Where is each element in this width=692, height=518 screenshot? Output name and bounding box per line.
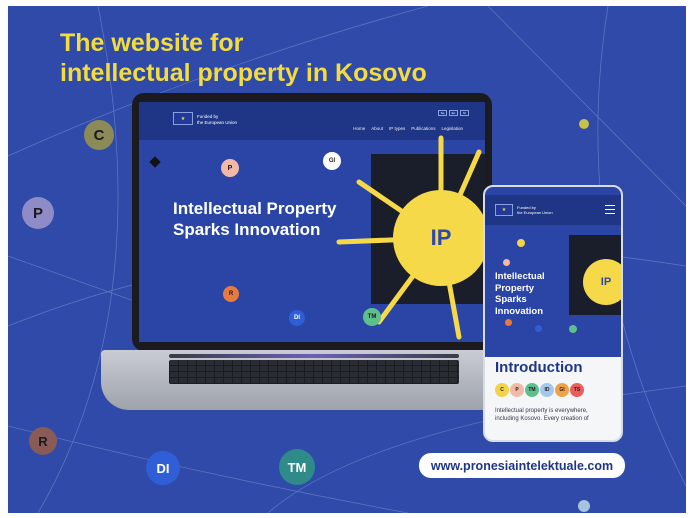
- chip-trademark[interactable]: TM: [525, 383, 539, 397]
- phone-funded-by: Funded by the European Union: [517, 205, 577, 215]
- phone-ip-sun: IP: [583, 259, 621, 305]
- lang-en[interactable]: En: [449, 110, 458, 116]
- hero-line-1: Intellectual Property: [173, 199, 337, 218]
- phone-body-line-1: Intellectual property is everywhere,: [495, 408, 588, 414]
- laptop-screen: ★ Funded by the European Union Sq En Sr …: [132, 93, 492, 351]
- laptop-bubble-di: DI: [289, 310, 305, 326]
- lang-sq[interactable]: Sq: [438, 110, 447, 116]
- phone-bubble-c: [517, 239, 525, 247]
- laptop-bubble-tm: TM: [363, 308, 381, 326]
- phone-body-line-2: including Kosovo. Every creation of: [495, 416, 589, 422]
- headline-line-2: intellectual property in Kosovo: [60, 59, 427, 87]
- phone-hero-line-4: Innovation: [495, 305, 544, 317]
- eu-flag-icon: ★: [495, 204, 513, 216]
- laptop-funded-by: Funded by the European Union: [197, 114, 277, 125]
- phone-funded-line-2: the European Union: [517, 210, 553, 215]
- phone-hero-title: Intellectual Property Sparks Innovation: [495, 271, 545, 317]
- laptop-bubble-p: P: [221, 159, 239, 177]
- ip-type-chips: C P TM ID GI TS: [495, 383, 584, 397]
- chip-patent[interactable]: P: [510, 383, 524, 397]
- bubble-r: R: [29, 427, 57, 455]
- phone-site-header: ★ Funded by the European Union: [485, 195, 621, 225]
- funded-line-2: the European Union: [197, 119, 238, 125]
- phone-device: ★ Funded by the European Union IP Intell…: [483, 185, 623, 442]
- laptop-hero-title: Intellectual Property Sparks Innovation: [173, 198, 336, 240]
- website-url-pill[interactable]: www.pronesiaintelektuale.com: [419, 453, 625, 478]
- chip-industrial-design[interactable]: ID: [540, 383, 554, 397]
- bubble-di: DI: [146, 451, 180, 485]
- laptop-ip-sun: IP: [393, 190, 485, 286]
- phone-bubble-p: [503, 259, 510, 266]
- laptop-keyboard: [169, 360, 459, 384]
- phone-bubble-tm: [569, 325, 577, 333]
- phone-hero: ★ Funded by the European Union IP Intell…: [485, 187, 621, 357]
- phone-hero-line-2: Property: [495, 282, 535, 294]
- chip-geographical-indication[interactable]: GI: [555, 383, 569, 397]
- bubble-tm: TM: [279, 449, 315, 485]
- diamond-marker: [149, 156, 161, 168]
- nav-home[interactable]: Home: [353, 126, 365, 131]
- phone-intro-title: Introduction: [495, 359, 583, 376]
- phone-bubble-di: [535, 325, 542, 332]
- headline-line-1: The website for: [60, 29, 244, 57]
- chip-copyright[interactable]: C: [495, 383, 509, 397]
- laptop-bubble-gi: GI: [323, 152, 341, 170]
- eu-flag-icon: ★: [173, 112, 193, 125]
- poster-headline: The website for intellectual property in…: [60, 28, 427, 88]
- phone-bubble-r: [505, 319, 512, 326]
- bubble-p: P: [22, 197, 54, 229]
- phone-hero-line-3: Sparks: [495, 294, 527, 305]
- hero-line-2: Sparks Innovation: [173, 220, 321, 239]
- chip-trade-secret[interactable]: TS: [570, 383, 584, 397]
- language-switcher[interactable]: Sq En Sr: [438, 110, 469, 116]
- laptop-touchbar: [169, 354, 459, 358]
- bubble-c: C: [84, 120, 114, 150]
- laptop-bubble-r: R: [223, 286, 239, 302]
- hamburger-menu-icon[interactable]: [605, 205, 615, 217]
- lang-sr[interactable]: Sr: [460, 110, 469, 116]
- phone-intro-body: Intellectual property is everywhere, inc…: [495, 407, 615, 423]
- nav-ip-types[interactable]: IP types: [389, 126, 405, 131]
- phone-hero-line-1: Intellectual: [495, 271, 545, 282]
- nav-about[interactable]: About: [371, 126, 383, 131]
- laptop-website-display: ★ Funded by the European Union Sq En Sr …: [139, 102, 485, 342]
- nav-publications[interactable]: Publications: [411, 126, 435, 131]
- nav-legislation[interactable]: Legislation: [441, 126, 463, 131]
- laptop-nav: Home About IP types Publications Legisla…: [353, 126, 463, 131]
